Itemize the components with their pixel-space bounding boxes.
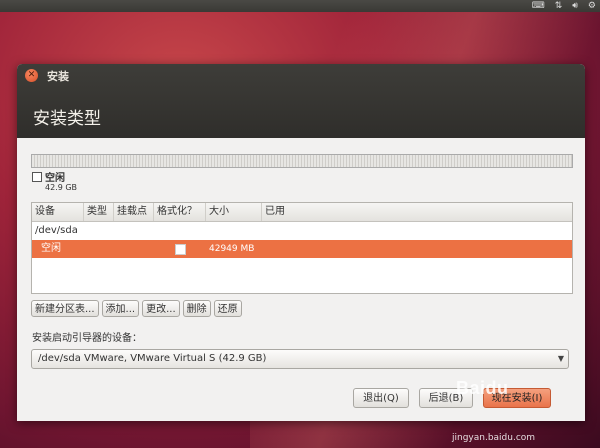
revert-button[interactable]: 还原 <box>213 300 242 317</box>
legend-swatch <box>32 172 42 182</box>
footer-buttons: 退出(Q) 后退(B) 现在安装(I) <box>353 388 551 408</box>
legend-size: 42.9 GB <box>45 183 78 192</box>
table-header: 设备 类型 挂载点 格式化？ 大小 已用 <box>32 203 572 222</box>
gear-icon[interactable]: ⚙ <box>588 0 596 12</box>
row-size: 42949 MB <box>209 244 255 254</box>
delete-button[interactable]: 删除 <box>182 300 211 317</box>
quit-button[interactable]: 退出(Q) <box>353 388 409 408</box>
bootloader-value: /dev/sda VMware, VMware Virtual S (42.9 … <box>38 353 267 364</box>
column-format[interactable]: 格式化？ <box>154 203 206 221</box>
column-device[interactable]: 设备 <box>32 203 84 221</box>
column-type[interactable]: 类型 <box>84 203 114 221</box>
network-icon[interactable]: ⇅ <box>555 0 563 12</box>
watermark-url: jingyan.baidu.com <box>452 433 536 443</box>
row-name: 空闲 <box>41 243 61 254</box>
partition-table: 设备 类型 挂载点 格式化？ 大小 已用 /dev/sda 空闲 42949 M… <box>31 202 573 294</box>
add-button[interactable]: 添加... <box>101 300 140 317</box>
page-title: 安装类型 <box>33 109 101 129</box>
installer-window: ✕ 安装 安装类型 空闲 42.9 GB 设备 类型 挂载点 格式化？ 大小 已… <box>17 64 585 421</box>
volume-icon[interactable]: 🔊︎ <box>572 0 578 12</box>
top-panel: ⌨ ⇅ 🔊︎ ⚙ <box>0 0 600 12</box>
system-tray: ⌨ ⇅ 🔊︎ ⚙ <box>532 0 596 12</box>
close-icon: ✕ <box>27 70 36 80</box>
bootloader-label: 安装启动引导器的设备： <box>32 333 142 344</box>
format-checkbox[interactable] <box>175 244 186 255</box>
partition-bar <box>31 154 573 168</box>
new-partition-table-button[interactable]: 新建分区表... <box>31 300 99 317</box>
keyboard-icon[interactable]: ⌨ <box>532 0 545 12</box>
watermark-logo: Baidu <box>456 378 509 398</box>
legend-label: 空闲 <box>45 173 65 184</box>
close-button[interactable]: ✕ <box>25 69 38 82</box>
table-row-selected[interactable]: 空闲 42949 MB <box>32 240 572 258</box>
column-size[interactable]: 大小 <box>206 203 262 221</box>
table-row-device[interactable]: /dev/sda <box>32 222 572 240</box>
window-title: 安装 <box>47 70 69 83</box>
title-bar: ✕ 安装 安装类型 <box>17 64 585 138</box>
column-used[interactable]: 已用 <box>262 203 572 221</box>
chevron-down-icon: ▼ <box>557 354 564 363</box>
change-button[interactable]: 更改... <box>142 300 180 317</box>
partition-buttons: 新建分区表... 添加... 更改... 删除 还原 <box>31 300 242 317</box>
column-mount[interactable]: 挂载点 <box>114 203 154 221</box>
bootloader-select[interactable]: /dev/sda VMware, VMware Virtual S (42.9 … <box>31 349 569 369</box>
